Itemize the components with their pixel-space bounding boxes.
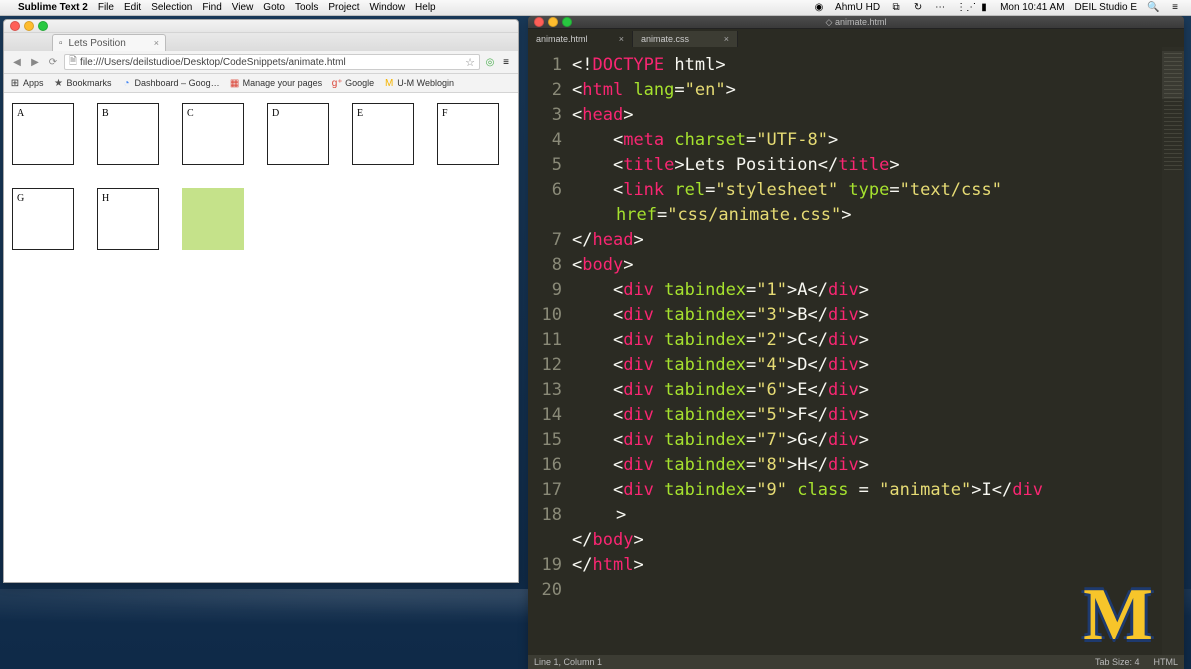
chrome-tab-label: Lets Position [69, 38, 126, 49]
tab-favicon-icon: ▫ [59, 38, 63, 49]
tab-close-icon[interactable]: × [154, 38, 159, 48]
tab-close-icon[interactable]: × [724, 34, 729, 44]
minimize-icon[interactable] [24, 21, 34, 31]
bookmark-manage[interactable]: ▦Manage your pages [230, 78, 323, 88]
status-language[interactable]: HTML [1154, 657, 1179, 667]
menu-goto[interactable]: Goto [263, 0, 285, 16]
appmenu-name[interactable]: Sublime Text 2 [18, 0, 88, 16]
bookmark-label: Dashboard – Goog… [135, 78, 220, 88]
bookmark-weblogin[interactable]: MU-M Weblogin [384, 78, 454, 88]
bookmark-bookmarks[interactable]: ★Bookmarks [54, 78, 112, 88]
sublime-tabstrip: animate.html × animate.css × [528, 29, 1184, 47]
zoom-icon[interactable] [38, 21, 48, 31]
demo-box-e[interactable]: E [352, 103, 414, 165]
menu-view[interactable]: View [232, 0, 254, 16]
menu-find[interactable]: Find [202, 0, 221, 16]
minimap[interactable] [1162, 47, 1184, 655]
chrome-page: A B C D E F G H I [4, 93, 518, 582]
bookmark-star-icon[interactable]: ☆ [465, 56, 475, 69]
sublime-tab-animate-css[interactable]: animate.css × [633, 31, 738, 47]
desktop-wallpaper: ▫ Lets Position × ◀ ▶ ⟳ 🗎 file:///Users/… [0, 16, 1191, 669]
menu-selection[interactable]: Selection [151, 0, 192, 16]
hotspot-label[interactable]: AhmU HD [835, 0, 880, 16]
sublime-tab-label: animate.html [536, 34, 588, 44]
tab-close-icon[interactable]: × [619, 34, 624, 44]
demo-box-i[interactable]: I [182, 188, 244, 250]
location-icon[interactable]: ◉ [813, 0, 825, 16]
bookmark-label: Google [345, 78, 374, 88]
back-button[interactable]: ◀ [10, 55, 24, 69]
url-text: file:///Users/deilstudioe/Desktop/CodeSn… [80, 57, 346, 68]
demo-box-f[interactable]: F [437, 103, 499, 165]
sublime-title: ◇ animate.html [528, 17, 1184, 28]
bookmarks-bar: ⊞Apps ★Bookmarks ◔Dashboard – Goog… ▦Man… [4, 74, 518, 93]
menu-project[interactable]: Project [328, 0, 359, 16]
status-tabsize[interactable]: Tab Size: 4 [1095, 657, 1140, 667]
mac-menubar: Sublime Text 2 File Edit Selection Find … [0, 0, 1191, 16]
extension-icon[interactable]: ◎ [484, 56, 496, 68]
clock[interactable]: Mon 10:41 AM [1000, 0, 1064, 16]
dots-icon[interactable]: ⋯ [934, 0, 946, 16]
wifi-icon[interactable]: ⋮⋰ [956, 0, 968, 16]
bookmark-google[interactable]: g⁺Google [332, 78, 374, 88]
code-area[interactable]: <!DOCTYPE html><html lang="en"><head> <m… [568, 47, 1162, 655]
reload-button[interactable]: ⟳ [46, 55, 60, 69]
address-bar[interactable]: 🗎 file:///Users/deilstudioe/Desktop/Code… [64, 54, 480, 70]
bluetooth-icon[interactable]: ⧉ [890, 0, 902, 16]
spotlight-icon[interactable]: 🔍 [1147, 0, 1159, 16]
demo-box-a[interactable]: A [12, 103, 74, 165]
menu-edit[interactable]: Edit [124, 0, 141, 16]
demo-box-g[interactable]: G [12, 188, 74, 250]
line-gutter: 123456 789101112131415161718 1920 [528, 47, 568, 655]
chrome-tabstrip: ▫ Lets Position × [4, 33, 518, 51]
demo-box-c[interactable]: C [182, 103, 244, 165]
bookmark-label: Manage your pages [243, 78, 323, 88]
forward-button[interactable]: ▶ [28, 55, 42, 69]
page-icon: 🗎 [69, 54, 77, 71]
chrome-omnibar: ◀ ▶ ⟳ 🗎 file:///Users/deilstudioe/Deskto… [4, 51, 518, 74]
editor[interactable]: 123456 789101112131415161718 1920 <!DOCT… [528, 47, 1184, 655]
bookmark-label: U-M Weblogin [397, 78, 454, 88]
menu-extra-icon[interactable]: ≡ [1169, 0, 1181, 16]
sublime-tab-animate-html[interactable]: animate.html × [528, 31, 633, 47]
sublime-titlebar[interactable]: ◇ animate.html [528, 16, 1184, 29]
demo-box-h[interactable]: H [97, 188, 159, 250]
bookmark-dashboard[interactable]: ◔Dashboard – Goog… [122, 78, 220, 88]
chrome-menu-icon[interactable]: ≡ [500, 56, 512, 68]
demo-box-b[interactable]: B [97, 103, 159, 165]
chrome-window: ▫ Lets Position × ◀ ▶ ⟳ 🗎 file:///Users/… [3, 19, 519, 583]
demo-boxes: A B C D E F G H I [12, 103, 510, 250]
menu-file[interactable]: File [98, 0, 114, 16]
chrome-tab-lets-position[interactable]: ▫ Lets Position × [52, 34, 166, 51]
menu-tools[interactable]: Tools [295, 0, 318, 16]
menu-help[interactable]: Help [415, 0, 436, 16]
statusbar: Line 1, Column 1 Tab Size: 4 HTML [528, 655, 1184, 669]
username[interactable]: DEIL Studio E [1075, 0, 1137, 16]
menu-window[interactable]: Window [369, 0, 405, 16]
minimap-viewport[interactable] [1162, 51, 1184, 99]
chrome-titlebar[interactable] [4, 20, 518, 33]
menubar-left: Sublime Text 2 File Edit Selection Find … [8, 0, 436, 16]
demo-box-d[interactable]: D [267, 103, 329, 165]
bookmark-apps[interactable]: ⊞Apps [10, 78, 44, 88]
bookmark-label: Bookmarks [67, 78, 112, 88]
sublime-tab-label: animate.css [641, 34, 689, 44]
battery-icon[interactable]: ▮ [978, 0, 990, 16]
status-cursor: Line 1, Column 1 [534, 657, 602, 667]
timemachine-icon[interactable]: ↻ [912, 0, 924, 16]
sublime-window: ◇ animate.html animate.html × animate.cs… [528, 16, 1184, 669]
close-icon[interactable] [10, 21, 20, 31]
menubar-right: ◉ AhmU HD ⧉ ↻ ⋯ ⋮⋰ ▮ Mon 10:41 AM DEIL S… [813, 0, 1191, 16]
bookmark-label: Apps [23, 78, 44, 88]
